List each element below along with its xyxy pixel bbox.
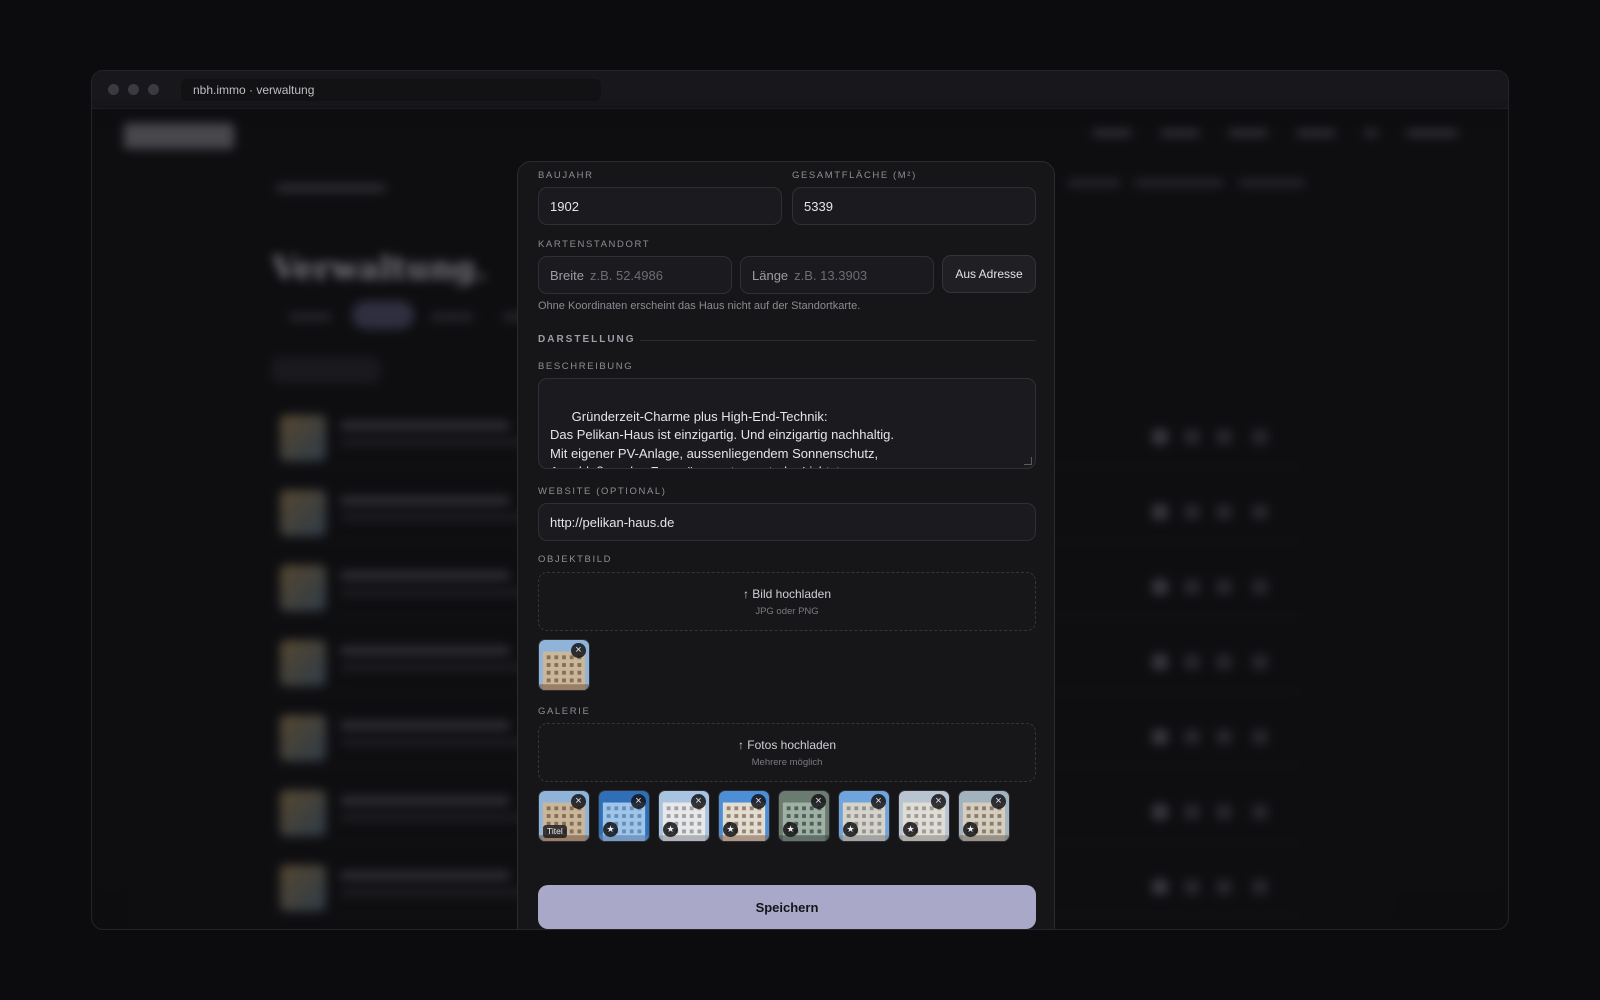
objektbild-dropzone[interactable]: ↑ Bild hochladen JPG oder PNG bbox=[538, 572, 1036, 631]
close-icon[interactable]: × bbox=[871, 794, 886, 809]
star-icon[interactable]: ★ bbox=[963, 822, 978, 837]
title-badge: Titel bbox=[543, 825, 567, 838]
browser-window: nbh.immo · verwaltung Verwaltung. BAUJAH… bbox=[91, 70, 1509, 930]
objektbild-upload-title: ↑ Bild hochladen bbox=[742, 587, 832, 601]
top-nav bbox=[1092, 129, 1458, 137]
address-bar[interactable]: nbh.immo · verwaltung bbox=[181, 78, 601, 101]
star-icon[interactable]: ★ bbox=[663, 822, 678, 837]
gallery-thumbnail[interactable]: × ★ bbox=[598, 790, 650, 842]
edit-property-modal: BAUJAHR GESAMTFLÄCHE (M²) 1902 5339 KART… bbox=[517, 161, 1055, 929]
close-icon[interactable]: × bbox=[571, 643, 586, 658]
laenge-input[interactable]: Länge z.B. 13.3903 bbox=[740, 256, 934, 294]
gallery-thumbnail[interactable]: × Titel bbox=[538, 790, 590, 842]
kartenstandort-label: KARTENSTANDORT bbox=[538, 239, 651, 250]
laenge-label: Länge bbox=[752, 267, 789, 283]
website-input[interactable]: http://pelikan-haus.de bbox=[538, 503, 1036, 541]
gallery-thumbnail[interactable]: × ★ bbox=[898, 790, 950, 842]
active-tab bbox=[352, 301, 414, 329]
close-icon[interactable]: × bbox=[751, 794, 766, 809]
star-icon[interactable]: ★ bbox=[843, 822, 858, 837]
star-icon[interactable]: ★ bbox=[783, 822, 798, 837]
laenge-placeholder: z.B. 13.3903 bbox=[794, 267, 868, 283]
close-icon[interactable]: × bbox=[931, 794, 946, 809]
galerie-upload-sub: Mehrere möglich bbox=[751, 757, 823, 768]
baujahr-input[interactable]: 1902 bbox=[538, 187, 782, 225]
galerie-upload-title: ↑ Fotos hochladen bbox=[737, 738, 837, 752]
breite-placeholder: z.B. 52.4986 bbox=[589, 267, 663, 283]
gallery-thumbnail[interactable]: × ★ bbox=[838, 790, 890, 842]
beschreibung-text: Gründerzeit-Charme plus High-End-Technik… bbox=[550, 408, 894, 469]
breadcrumb bbox=[276, 184, 386, 192]
darstellung-heading: DARSTELLUNG bbox=[538, 334, 636, 345]
gallery-thumbnail[interactable]: × ★ bbox=[778, 790, 830, 842]
objektbild-upload-sub: JPG oder PNG bbox=[755, 606, 819, 617]
close-icon[interactable]: × bbox=[571, 794, 586, 809]
baujahr-label: BAUJAHR bbox=[538, 170, 594, 181]
from-address-button[interactable]: Aus Adresse bbox=[942, 255, 1036, 293]
breite-label: Breite bbox=[550, 267, 584, 283]
title-bar: nbh.immo · verwaltung bbox=[92, 71, 1508, 109]
close-icon[interactable]: × bbox=[991, 794, 1006, 809]
minimize-window-dot[interactable] bbox=[128, 84, 139, 95]
page-title: Verwaltung. bbox=[272, 249, 487, 287]
maximize-window-dot[interactable] bbox=[148, 84, 159, 95]
gallery-thumbnail[interactable]: × ★ bbox=[658, 790, 710, 842]
website-label: WEBSITE (OPTIONAL) bbox=[538, 486, 667, 497]
galerie-dropzone[interactable]: ↑ Fotos hochladen Mehrere möglich bbox=[538, 723, 1036, 782]
breite-input[interactable]: Breite z.B. 52.4986 bbox=[538, 256, 732, 294]
star-icon[interactable]: ★ bbox=[723, 822, 738, 837]
resize-handle-icon[interactable] bbox=[1024, 457, 1032, 465]
close-icon[interactable]: × bbox=[631, 794, 646, 809]
logo bbox=[124, 123, 234, 149]
star-icon[interactable]: ★ bbox=[603, 822, 618, 837]
gesamtflaeche-input[interactable]: 5339 bbox=[792, 187, 1036, 225]
gesamtflaeche-label: GESAMTFLÄCHE (M²) bbox=[792, 170, 917, 181]
gallery-thumbnail[interactable]: × ★ bbox=[718, 790, 770, 842]
filter-button bbox=[272, 357, 380, 383]
objektbild-thumbnail[interactable]: × bbox=[538, 639, 590, 691]
objektbild-label: OBJEKTBILD bbox=[538, 554, 613, 565]
save-button[interactable]: Speichern bbox=[538, 885, 1036, 929]
close-icon[interactable]: × bbox=[811, 794, 826, 809]
galerie-label: GALERIE bbox=[538, 706, 591, 717]
close-window-dot[interactable] bbox=[108, 84, 119, 95]
beschreibung-textarea[interactable]: Gründerzeit-Charme plus High-End-Technik… bbox=[538, 378, 1036, 469]
window-controls bbox=[108, 84, 159, 95]
star-icon[interactable]: ★ bbox=[903, 822, 918, 837]
close-icon[interactable]: × bbox=[691, 794, 706, 809]
section-divider bbox=[640, 340, 1036, 341]
gallery-thumbnail[interactable]: × ★ bbox=[958, 790, 1010, 842]
coordinates-hint: Ohne Koordinaten erscheint das Haus nich… bbox=[538, 300, 861, 312]
beschreibung-label: BESCHREIBUNG bbox=[538, 361, 634, 372]
